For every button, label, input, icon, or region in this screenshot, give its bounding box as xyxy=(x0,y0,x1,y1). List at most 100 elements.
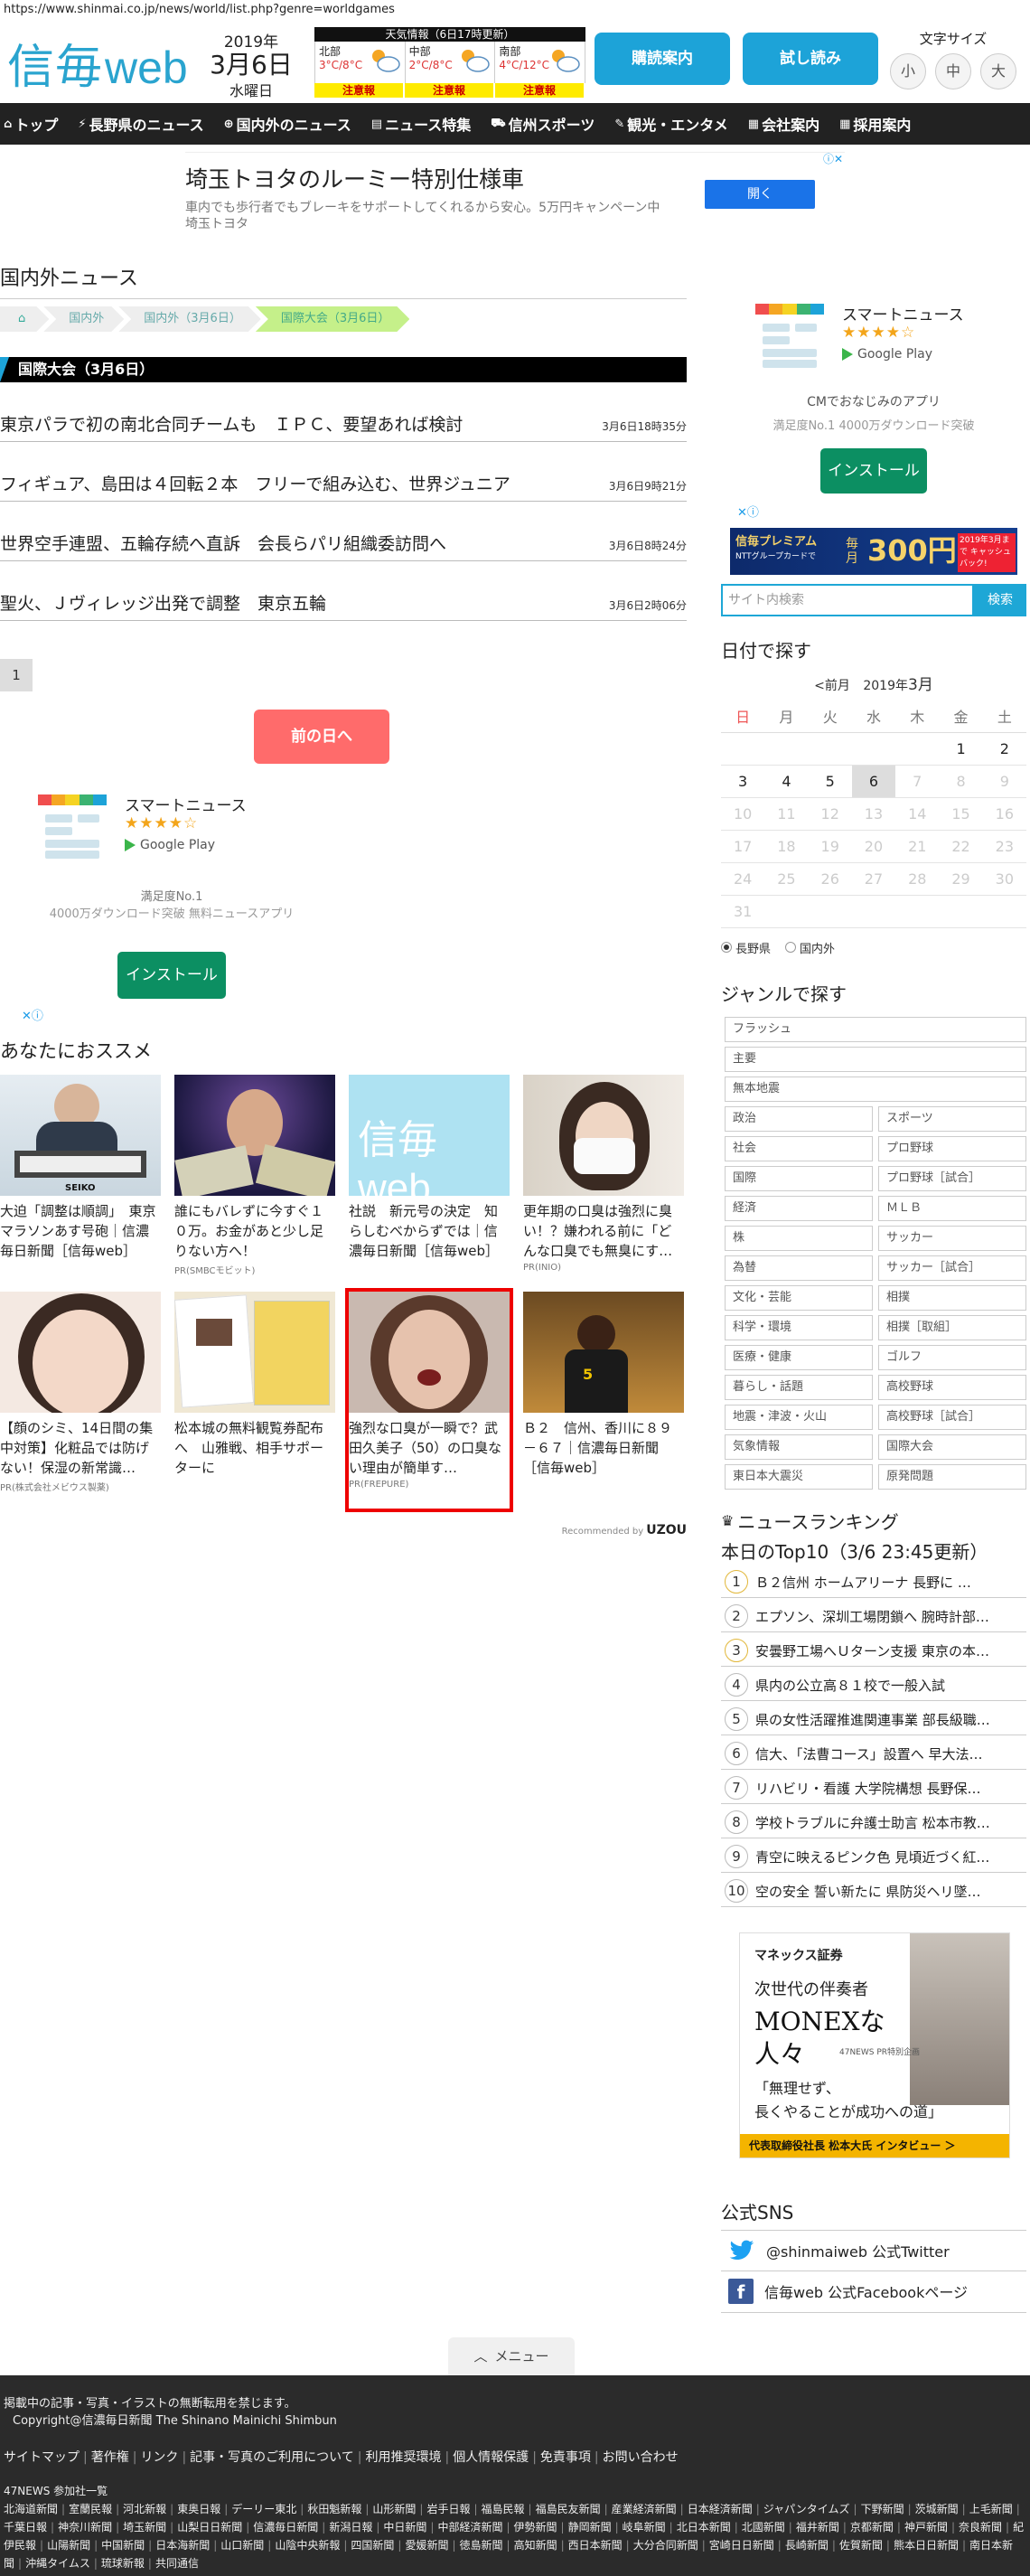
footer-paper-link[interactable]: 熊本日日新聞 xyxy=(894,2539,959,2552)
article-title[interactable]: フィギュア、島田は４回転２本 フリーで組み込む、世界ジュニア xyxy=(0,471,510,495)
font-size-medium-button[interactable]: 中 xyxy=(935,53,971,89)
genre-item[interactable]: 暮らし・話題 xyxy=(725,1374,873,1400)
genre-item[interactable]: 国際 xyxy=(725,1165,873,1191)
banner-ad[interactable]: 埼玉トヨタのルーミー特別仕様車 車内でも歩行者でもブレーキをサポートしてくれるか… xyxy=(185,152,845,240)
footer-paper-link[interactable]: 岩手日報 xyxy=(426,2503,470,2515)
footer-paper-link[interactable]: 日本海新聞 xyxy=(155,2539,210,2552)
ranking-text[interactable]: 安曇野工場へＵターン支援 東京の本… xyxy=(755,1641,989,1660)
genre-item[interactable]: 為替 xyxy=(725,1255,873,1281)
weather-widget[interactable]: 天気情報（6日17時更新） 北部 3°C/8°C 中部 2°C/8°C 南部 4… xyxy=(314,27,586,98)
footer-paper-link[interactable]: デーリー東北 xyxy=(231,2503,296,2515)
recommend-text[interactable]: 【顔のシミ、14日間の集中対策】化粧品では防げない！保湿の新常識… xyxy=(0,1418,161,1478)
footer-paper-link[interactable]: 千葉日報 xyxy=(4,2521,47,2534)
footer-link[interactable]: 著作権 xyxy=(91,2450,129,2465)
article-item[interactable]: 世界空手連盟、五輪存続へ直訴 会長らパリ組織委訪問へ 3月6日8時24分 xyxy=(0,502,687,561)
footer-paper-link[interactable]: 伊勢新聞 xyxy=(514,2521,557,2534)
footer-paper-link[interactable]: 宮崎日日新聞 xyxy=(709,2539,774,2552)
genre-item[interactable]: 文化・芸能 xyxy=(725,1284,873,1311)
footer-paper-link[interactable]: 共同通信 xyxy=(155,2557,199,2570)
footer-paper-link[interactable]: 高知新聞 xyxy=(514,2539,557,2552)
genre-item[interactable]: 株 xyxy=(725,1225,873,1251)
recommended-by[interactable]: Recommended by UZOU xyxy=(0,1523,687,1537)
footer-link[interactable]: 免責事項 xyxy=(540,2450,591,2465)
recommend-text[interactable]: 大迫「調整は順調」 東京マラソンあす号砲｜信濃毎日新聞［信毎web］ xyxy=(0,1201,161,1261)
genre-item[interactable]: 相撲［取組］ xyxy=(878,1314,1026,1340)
footer-link[interactable]: 記事・写真のご利用について xyxy=(190,2450,354,2465)
font-size-large-button[interactable]: 大 xyxy=(980,53,1016,89)
genre-item[interactable]: サッカー［試合］ xyxy=(878,1255,1026,1281)
ranking-text[interactable]: エプソン、深圳工場閉鎖へ 腕時計部… xyxy=(755,1607,989,1626)
ranking-item[interactable]: 3 安曇野工場へＵターン支援 東京の本… xyxy=(721,1636,1026,1667)
genre-item[interactable]: 政治 xyxy=(725,1105,873,1132)
footer-paper-link[interactable]: 室蘭民報 xyxy=(69,2503,112,2515)
ranking-text[interactable]: リハビリ・看護 大学院構想 長野保… xyxy=(755,1779,981,1798)
footer-paper-link[interactable]: 中部経済新聞 xyxy=(437,2521,502,2534)
recommend-item[interactable]: 誰にもバレずに今すぐ１０万。お金があと少し足りない方へ！ PR(SMBCモビット… xyxy=(174,1075,335,1292)
footer-paper-link[interactable]: 中日新聞 xyxy=(383,2521,426,2534)
footer-paper-link[interactable]: 北海道新聞 xyxy=(4,2503,58,2515)
nav-item-nagano[interactable]: ⚡ 長野県のニュース xyxy=(78,113,203,135)
footer-paper-link[interactable]: 佐賀新聞 xyxy=(839,2539,883,2552)
genre-item[interactable]: プロ野球 xyxy=(878,1135,1026,1161)
ranking-text[interactable]: 信大、「法曹コース」設置へ 早大法… xyxy=(755,1744,983,1763)
calendar-day[interactable]: 3 xyxy=(721,765,765,798)
footer-paper-link[interactable]: 東奥日報 xyxy=(177,2503,220,2515)
search-input[interactable]: サイト内検索 xyxy=(721,584,974,616)
footer-paper-link[interactable]: 神奈川新聞 xyxy=(58,2521,112,2534)
footer-paper-link[interactable]: ジャパンタイムズ xyxy=(763,2503,850,2515)
breadcrumb-item[interactable]: 国内外 xyxy=(43,306,124,332)
footer-paper-link[interactable]: 奈良新聞 xyxy=(959,2521,1002,2534)
genre-item[interactable]: 東日本大震災 xyxy=(725,1463,873,1490)
nav-item-world[interactable]: ⊕ 国内外のニュース xyxy=(224,113,351,135)
footer-paper-link[interactable]: 長崎新聞 xyxy=(785,2539,829,2552)
recommend-text[interactable]: 松本城の無料観覧券配布へ 山雅戦、相手サポーターに xyxy=(174,1418,335,1478)
monex-ad[interactable]: マネックス証券 次世代の伴奏者 MONEXな 人々 47NEWS PR特別企画 … xyxy=(739,1932,1010,2158)
footer-paper-link[interactable]: 福井新聞 xyxy=(796,2521,839,2534)
footer-paper-link[interactable]: 京都新聞 xyxy=(850,2521,894,2534)
ranking-item[interactable]: 10 空の安全 誓い新たに 県防災ヘリ墜… xyxy=(721,1876,1026,1907)
footer-paper-link[interactable]: 新潟日報 xyxy=(329,2521,372,2534)
genre-item[interactable]: 社会 xyxy=(725,1135,873,1161)
footer-paper-link[interactable]: 山梨日日新聞 xyxy=(177,2521,242,2534)
footer-paper-link[interactable]: 山陽新聞 xyxy=(47,2539,90,2552)
ranking-item[interactable]: 2 エプソン、深圳工場閉鎖へ 腕時計部… xyxy=(721,1602,1026,1632)
footer-link[interactable]: お問い合わせ xyxy=(603,2450,679,2465)
prev-day-button[interactable]: 前の日へ xyxy=(254,710,389,764)
genre-item[interactable]: 経済 xyxy=(725,1195,873,1221)
ranking-item[interactable]: 5 県の女性活躍推進関連事業 部長級職… xyxy=(721,1705,1026,1735)
recommend-item[interactable]: 【顔のシミ、14日間の集中対策】化粧品では防げない！保湿の新常識… PR(株式会… xyxy=(0,1292,161,1509)
footer-paper-link[interactable]: 信濃毎日新聞 xyxy=(253,2521,318,2534)
radio-dot[interactable] xyxy=(785,942,797,953)
article-item[interactable]: 東京パラで初の南北合同チームも ＩＰＣ、要望あれば検討 3月6日18時35分 xyxy=(0,382,687,442)
footer-paper-link[interactable]: 四国新聞 xyxy=(351,2539,394,2552)
footer-paper-link[interactable]: 日本経済新聞 xyxy=(688,2503,753,2515)
recommend-text[interactable]: Ｂ２ 信州、香川に８９－６７｜信濃毎日新聞［信毎web］ xyxy=(523,1418,684,1478)
recommend-item[interactable]: 松本城の無料観覧券配布へ 山雅戦、相手サポーターに xyxy=(174,1292,335,1509)
ranking-item[interactable]: 9 青空に映えるピンク色 見頃近づく紅… xyxy=(721,1842,1026,1873)
article-item[interactable]: 聖火、Ｊヴィレッジ出発で調整 東京五輪 3月6日2時06分 xyxy=(0,561,687,621)
ranking-text[interactable]: 青空に映えるピンク色 見頃近づく紅… xyxy=(755,1847,989,1866)
footer-paper-link[interactable]: 河北新報 xyxy=(123,2503,166,2515)
ranking-text[interactable]: Ｂ２信州 ホームアリーナ 長野に … xyxy=(755,1573,971,1592)
nav-item-tourism[interactable]: ✎ 観光・エンタメ xyxy=(614,113,727,135)
footer-paper-link[interactable]: 福島民友新聞 xyxy=(536,2503,601,2515)
footer-paper-link[interactable]: 上毛新聞 xyxy=(969,2503,1013,2515)
footer-paper-link[interactable]: 下野新聞 xyxy=(861,2503,904,2515)
footer-paper-link[interactable]: 大分合同新聞 xyxy=(633,2539,698,2552)
sidebar-app-ad[interactable]: スマートニュース ★★★★☆ Google Play CMでおなじみのアプリ 満… xyxy=(721,251,1026,494)
ranking-item[interactable]: 7 リハビリ・看護 大学院構想 長野保… xyxy=(721,1773,1026,1804)
calendar-day[interactable]: 1 xyxy=(939,732,983,766)
app-ad[interactable]: スマートニュース ★★★★☆ Google Play 満足度No.1 4000万… xyxy=(0,764,687,1023)
footer-paper-link[interactable]: 琉球新報 xyxy=(101,2557,145,2570)
footer-link[interactable]: リンク xyxy=(140,2450,178,2465)
font-size-small-button[interactable]: 小 xyxy=(890,53,926,89)
pagination-page[interactable]: 1 xyxy=(0,659,33,691)
recommend-text[interactable]: 社説 新元号の決定 知らしむべからずでは｜信濃毎日新聞［信毎web］ xyxy=(349,1201,510,1261)
banner-ad-open-button[interactable]: 開く xyxy=(705,180,815,209)
footer-paper-link[interactable]: 福島民報 xyxy=(482,2503,525,2515)
footer-paper-link[interactable]: 北日本新聞 xyxy=(677,2521,731,2534)
footer-link[interactable]: 利用推奨環境 xyxy=(365,2450,441,2465)
ranking-item[interactable]: 8 学校トラブルに弁護士助言 松本市教… xyxy=(721,1808,1026,1838)
footer-paper-link[interactable]: 西日本新聞 xyxy=(568,2539,623,2552)
twitter-link[interactable]: @shinmaiweb 公式Twitter xyxy=(721,2229,1026,2271)
